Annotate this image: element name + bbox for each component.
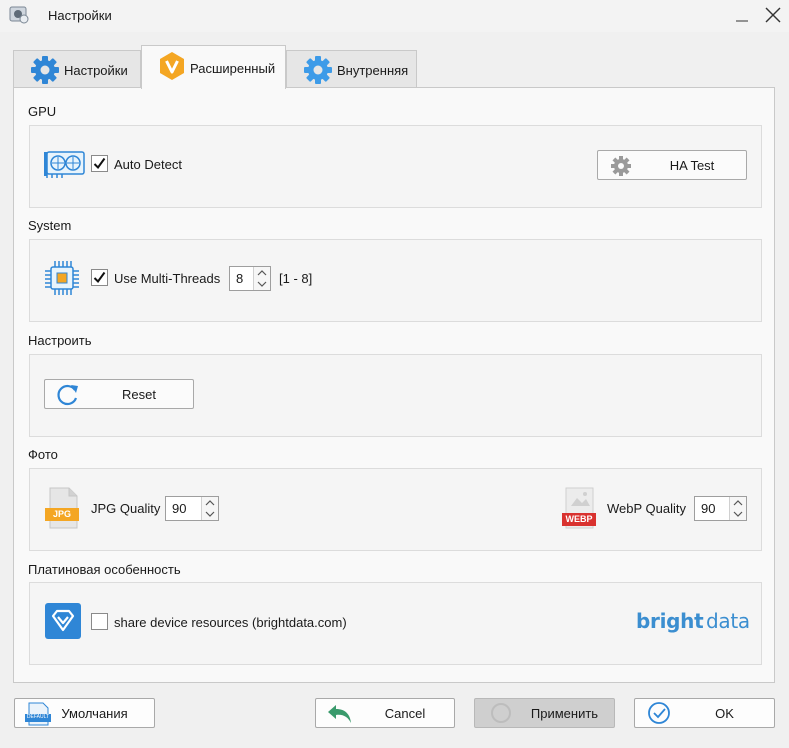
gpu-group: Auto Detect HA Test — [29, 125, 762, 208]
threads-value: 8 — [236, 271, 244, 286]
apply-button[interactable]: Применить — [474, 698, 615, 728]
reset-label: Reset — [122, 387, 156, 402]
jpg-quality-stepper[interactable]: 90 — [165, 496, 219, 521]
webp-file-icon: WEBP — [562, 487, 598, 529]
checkmark-icon — [93, 271, 106, 284]
logo-bright-text: bright — [636, 609, 704, 633]
app-icon — [9, 6, 29, 24]
defaults-button[interactable]: DEFAULT Умолчания — [14, 698, 155, 728]
ha-test-label: HA Test — [669, 158, 715, 173]
ha-test-button[interactable]: HA Test — [597, 150, 747, 180]
threads-stepper-arrows[interactable] — [253, 267, 270, 290]
platinum-group: share device resources (brightdata.com) … — [29, 582, 762, 665]
photo-group: JPG JPG Quality 90 WEBP WebP Quality 90 — [29, 468, 762, 551]
minimize-icon — [736, 20, 748, 22]
chevron-down-icon — [205, 511, 215, 517]
defaults-label: Умолчания — [61, 706, 128, 721]
reset-button[interactable]: Reset — [44, 379, 194, 409]
jpg-file-icon: JPG — [44, 487, 80, 529]
ok-button[interactable]: OK — [634, 698, 775, 728]
chevron-up-icon — [205, 500, 215, 506]
tab-internal[interactable]: Внутренняя — [286, 50, 417, 88]
webp-quality-label: WebP Quality — [607, 501, 687, 516]
photo-section-title: Фото — [28, 447, 58, 462]
tab-settings-label: Настройки — [64, 63, 128, 78]
gpu-card-icon — [44, 151, 85, 178]
brightdata-logo: bright data — [636, 609, 750, 635]
tab-internal-label: Внутренняя — [337, 63, 409, 78]
jpg-quality-stepper-arrows[interactable] — [201, 497, 218, 520]
threads-stepper[interactable]: 8 — [229, 266, 271, 291]
tab-advanced[interactable]: Расширенный — [141, 45, 286, 89]
platinum-section-title: Платиновая особенность — [28, 562, 181, 577]
jpg-quality-label: JPG Quality — [91, 501, 161, 516]
system-section-title: System — [28, 218, 72, 233]
apply-label: Применить — [530, 706, 599, 721]
jpg-icon-text: JPG — [52, 509, 71, 519]
logo-data-text: data — [706, 609, 750, 633]
checkmark-icon — [93, 157, 106, 170]
window-title: Настройки — [48, 8, 112, 23]
webp-quality-stepper[interactable]: 90 — [694, 496, 747, 521]
chevron-up-icon — [257, 270, 267, 276]
cancel-button[interactable]: Cancel — [315, 698, 455, 728]
chevron-down-icon — [257, 281, 267, 287]
share-resources-label: share device resources (brightdata.com) — [114, 615, 347, 630]
auto-detect-label: Auto Detect — [114, 157, 182, 172]
v-hexagon-icon — [160, 52, 184, 80]
jpg-quality-value: 90 — [172, 501, 187, 516]
system-group: Use Multi-Threads 8 [1 - 8] — [29, 239, 762, 322]
advanced-panel: GPU Auto Detect HA Test System Use Multi… — [13, 87, 775, 683]
close-icon — [765, 7, 781, 23]
tab-advanced-label: Расширенный — [190, 61, 276, 76]
threads-range-label: [1 - 8] — [279, 271, 313, 286]
cancel-label: Cancel — [384, 706, 426, 721]
share-resources-checkbox[interactable] — [91, 613, 108, 630]
gear-icon — [304, 56, 332, 84]
auto-detect-checkbox[interactable] — [91, 155, 108, 172]
customize-section-title: Настроить — [28, 333, 92, 348]
tab-settings[interactable]: Настройки — [13, 50, 141, 88]
multithread-label: Use Multi-Threads — [114, 271, 221, 286]
multithread-checkbox[interactable] — [91, 269, 108, 286]
gpu-section-title: GPU — [28, 104, 57, 119]
chevron-down-icon — [733, 511, 743, 517]
webp-quality-stepper-arrows[interactable] — [729, 497, 746, 520]
close-button[interactable] — [758, 2, 786, 28]
chevron-up-icon — [733, 500, 743, 506]
webp-icon-text: WEBP — [565, 514, 593, 524]
ok-label: OK — [715, 706, 734, 721]
brightdata-diamond-icon — [45, 603, 81, 639]
cpu-chip-icon — [45, 261, 79, 295]
customize-group: Reset — [29, 354, 762, 437]
webp-quality-value: 90 — [701, 501, 716, 516]
gear-icon — [31, 56, 59, 84]
minimize-button[interactable] — [728, 2, 756, 28]
title-bar: Настройки — [0, 0, 789, 32]
